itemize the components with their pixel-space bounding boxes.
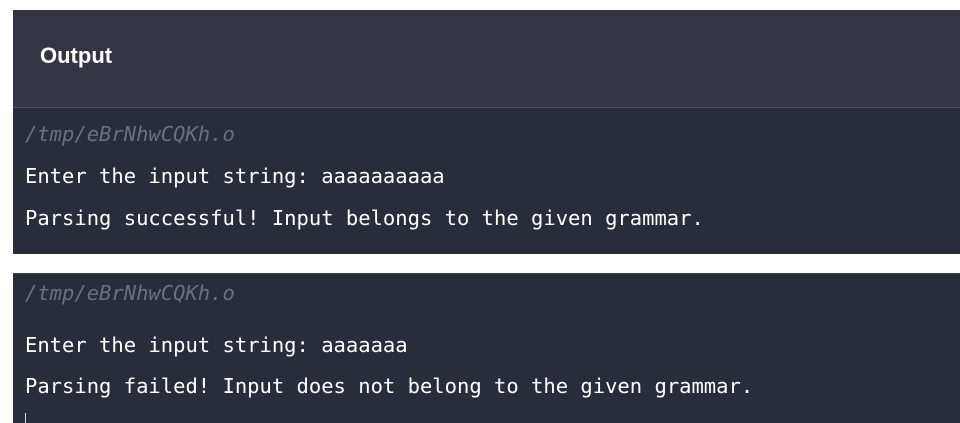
output-panel-top: Output /tmp/eBrNhwCQKh.o Enter the input…: [13, 10, 960, 254]
text-cursor: [25, 413, 26, 423]
output-panel-bottom: /tmp/eBrNhwCQKh.o Enter the input string…: [13, 273, 960, 423]
output-title: Output: [40, 43, 113, 68]
output-header: Output: [13, 10, 960, 108]
executable-path: /tmp/eBrNhwCQKh.o: [25, 281, 235, 305]
console-line-result: Parsing failed! Input does not belong to…: [25, 374, 754, 398]
console-line-prompt: Enter the input string: aaaaaaa: [25, 333, 408, 357]
executable-path: /tmp/eBrNhwCQKh.o: [25, 122, 235, 146]
console-line-result: Parsing successful! Input belongs to the…: [25, 206, 704, 230]
console-line-prompt: Enter the input string: aaaaaaaaaa: [25, 164, 445, 188]
